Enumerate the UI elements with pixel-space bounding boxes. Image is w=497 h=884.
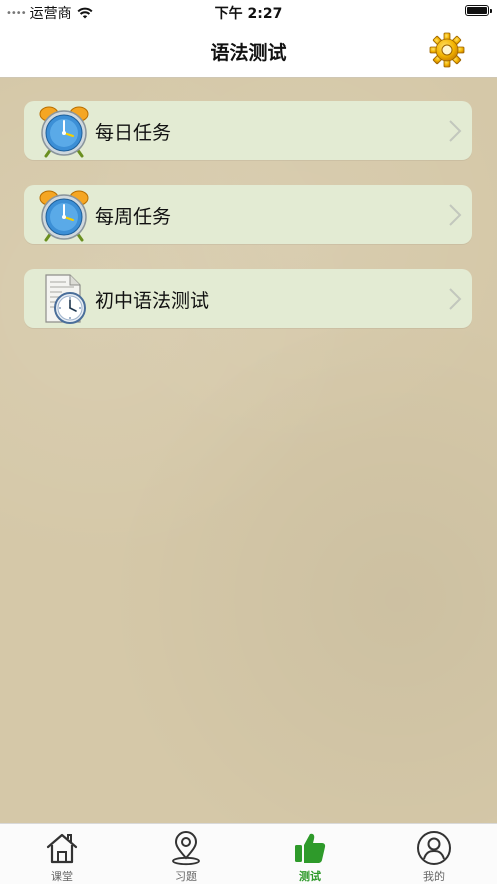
location-pin-icon [172, 831, 200, 866]
chevron-right-icon [449, 204, 462, 226]
content-area: 每日任务 每周任务 初中语法测试 [0, 78, 497, 823]
tab-classroom[interactable]: 课堂 [0, 824, 124, 884]
menu-item-label: 每日任务 [95, 122, 172, 144]
tab-label: 习题 [175, 870, 197, 883]
menu-item-daily-task[interactable]: 每日任务 [24, 101, 472, 160]
alarm-clock-icon [39, 190, 89, 242]
menu-item-weekly-task[interactable]: 每周任务 [24, 185, 472, 244]
menu-item-grammar-test[interactable]: 初中语法测试 [24, 269, 472, 328]
status-bar: •••• 运营商 下午 2:27 [0, 0, 497, 24]
status-time: 下午 2:27 [214, 6, 283, 22]
alarm-clock-icon [39, 106, 89, 158]
navigation-bar: 语法测试 [0, 24, 497, 78]
tab-exercises[interactable]: 习题 [124, 824, 248, 884]
home-icon [46, 833, 78, 864]
tab-bar: 课堂 习题 测试 我的 [0, 823, 497, 884]
chevron-right-icon [449, 120, 462, 142]
tab-mine[interactable]: 我的 [372, 824, 496, 884]
user-icon [417, 831, 451, 865]
battery-icon [465, 5, 492, 16]
tab-label: 测试 [299, 870, 321, 883]
menu-item-label: 每周任务 [95, 206, 172, 228]
menu-item-label: 初中语法测试 [95, 290, 210, 312]
tab-test[interactable]: 测试 [248, 824, 372, 884]
thumbs-up-icon [295, 833, 326, 863]
page-title: 语法测试 [210, 42, 287, 64]
chevron-right-icon [449, 288, 462, 310]
tab-label: 我的 [423, 870, 445, 883]
document-clock-icon [45, 274, 86, 324]
gear-icon[interactable] [429, 32, 465, 68]
tab-label: 课堂 [51, 870, 73, 883]
